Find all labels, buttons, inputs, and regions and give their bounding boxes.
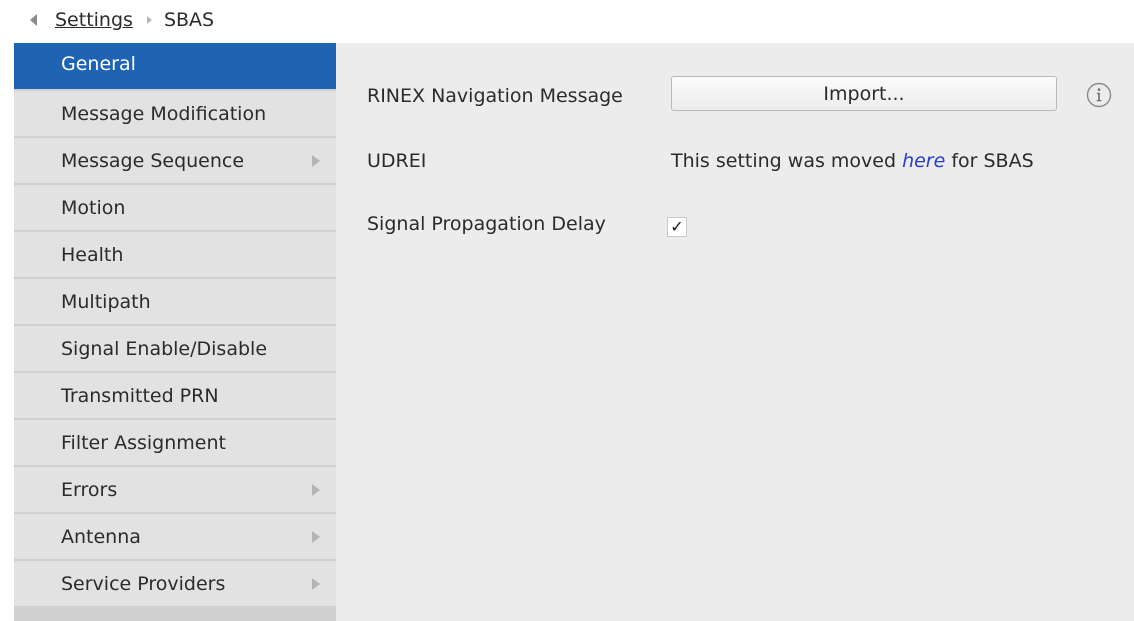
- sidebar-item-label: Motion: [61, 196, 126, 219]
- moved-text-after: for SBAS: [945, 150, 1034, 172]
- import-button[interactable]: Import...: [671, 76, 1057, 111]
- sidebar-item-filter-assignment[interactable]: Filter Assignment: [14, 420, 336, 465]
- rinex-navigation-label: RINEX Navigation Message: [367, 85, 623, 107]
- sidebar-item-errors[interactable]: Errors: [14, 467, 336, 512]
- breadcrumb-current: SBAS: [163, 9, 215, 31]
- sidebar: General Message Modification Message Seq…: [14, 43, 336, 621]
- sidebar-item-label: Message Modification: [61, 102, 267, 125]
- udrei-moved-note: This setting was moved here for SBAS: [671, 150, 1034, 172]
- sidebar-item-antenna[interactable]: Antenna: [14, 514, 336, 559]
- udrei-label: UDREI: [367, 150, 427, 172]
- sidebar-item-label: Transmitted PRN: [61, 384, 219, 407]
- settings-panel: RINEX Navigation Message Import... UDREI…: [336, 43, 1134, 621]
- sidebar-item-motion[interactable]: Motion: [14, 185, 336, 230]
- sidebar-item-health[interactable]: Health: [14, 232, 336, 277]
- submenu-arrow-icon: [312, 530, 320, 543]
- sidebar-item-label: Filter Assignment: [61, 431, 226, 454]
- sidebar-item-label: Signal Enable/Disable: [61, 337, 268, 360]
- sidebar-item-label: Multipath: [61, 290, 151, 313]
- submenu-arrow-icon: [312, 154, 320, 167]
- breadcrumb-separator-icon: [146, 16, 152, 24]
- back-arrow-icon[interactable]: [30, 14, 37, 26]
- here-link[interactable]: here: [902, 150, 945, 172]
- sidebar-item-label: Antenna: [61, 525, 141, 548]
- submenu-arrow-icon: [312, 577, 320, 590]
- sidebar-item-label: Health: [61, 243, 124, 266]
- sidebar-item-signal-enable-disable[interactable]: Signal Enable/Disable: [14, 326, 336, 371]
- sidebar-item-message-sequence[interactable]: Message Sequence: [14, 138, 336, 183]
- checkmark-icon: ✓: [670, 217, 684, 236]
- breadcrumb: Settings SBAS: [0, 0, 1134, 40]
- sidebar-item-multipath[interactable]: Multipath: [14, 279, 336, 324]
- signal-propagation-delay-checkbox[interactable]: ✓: [667, 217, 687, 237]
- moved-text-before: This setting was moved: [671, 150, 903, 172]
- sidebar-item-service-providers[interactable]: Service Providers: [14, 561, 336, 606]
- sidebar-item-label: General: [61, 53, 136, 75]
- breadcrumb-settings-link[interactable]: Settings: [55, 9, 133, 31]
- sidebar-item-transmitted-prn[interactable]: Transmitted PRN: [14, 373, 336, 418]
- signal-propagation-delay-label: Signal Propagation Delay: [367, 213, 606, 235]
- sidebar-item-label: Errors: [61, 478, 118, 501]
- submenu-arrow-icon: [312, 483, 320, 496]
- sidebar-item-label: Message Sequence: [61, 149, 245, 172]
- info-icon[interactable]: [1086, 82, 1112, 108]
- sidebar-item-message-modification[interactable]: Message Modification: [14, 91, 336, 136]
- sidebar-item-general[interactable]: General: [14, 43, 336, 89]
- sidebar-item-label: Service Providers: [61, 572, 226, 595]
